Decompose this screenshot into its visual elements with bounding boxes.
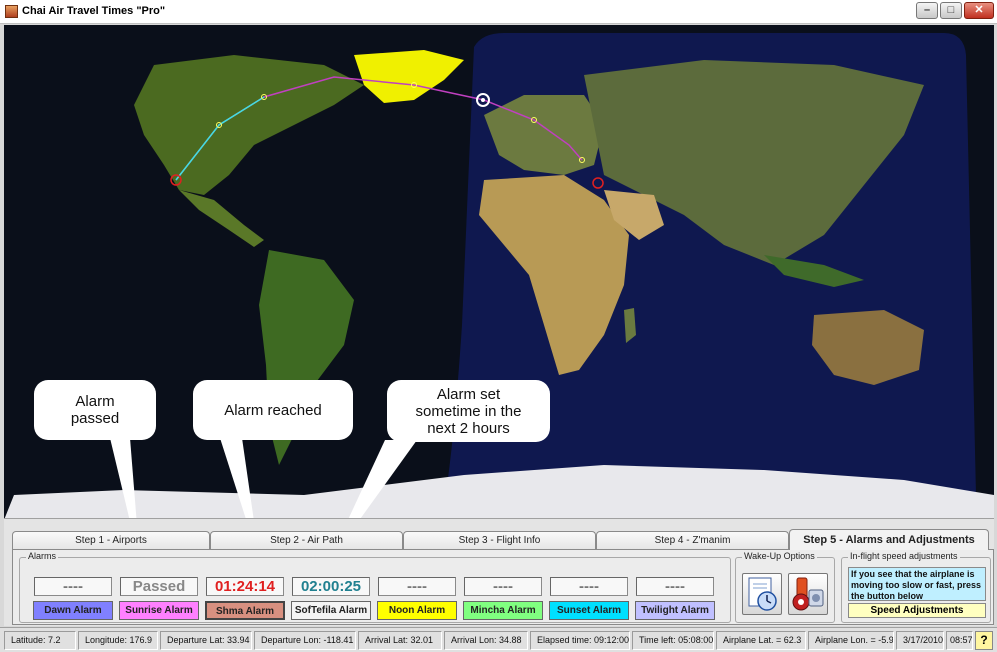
sunset-alarm-button[interactable]: Sunset Alarm <box>549 601 629 620</box>
noon-alarm-button[interactable]: Noon Alarm <box>377 601 457 620</box>
shma-alarm-button[interactable]: Shma Alarm <box>205 601 285 620</box>
window-title: Chai Air Travel Times "Pro" <box>22 5 166 17</box>
speed-adjustments-label: In-flight speed adjustments <box>848 551 960 561</box>
softefila-alarm-display: 02:00:25 <box>292 577 370 596</box>
sunrise-alarm-button[interactable]: Sunrise Alarm <box>119 601 199 620</box>
dawn-alarm-button[interactable]: Dawn Alarm <box>33 601 113 620</box>
tab-zmanim[interactable]: Step 4 - Z'manim <box>596 531 789 549</box>
close-button[interactable]: ✕ <box>964 2 994 19</box>
status-airplane-lat: Airplane Lat. = 62.3 <box>716 631 806 650</box>
callout-alarm-reached: Alarm reached <box>193 380 353 440</box>
status-arrival-lat: Arrival Lat: 32.01 <box>358 631 442 650</box>
tab-flight-info[interactable]: Step 3 - Flight Info <box>403 531 596 549</box>
tab-air-path[interactable]: Step 2 - Air Path <box>210 531 403 549</box>
speed-info-text: If you see that the airplane is moving t… <box>848 567 986 601</box>
noon-alarm-display: ---- <box>378 577 456 596</box>
status-arrival-lon: Arrival Lon: 34.88 <box>444 631 528 650</box>
status-latitude: Latitude: 7.2 <box>4 631 76 650</box>
wakeup-options-group: Wake-Up Options <box>735 551 835 623</box>
alarms-group-label: Alarms <box>26 551 59 561</box>
alarm-settings-icon <box>792 577 824 611</box>
status-airplane-lon: Airplane Lon. = -5.9 <box>808 631 894 650</box>
wakeup-options-label: Wake-Up Options <box>742 551 817 561</box>
status-departure-lon: Departure Lon: -118.41 <box>254 631 356 650</box>
status-departure-lat: Departure Lat: 33.94 <box>160 631 252 650</box>
status-time-left: Time left: 05:08:00 <box>632 631 714 650</box>
tab-airports[interactable]: Step 1 - Airports <box>12 531 210 549</box>
mincha-alarm-display: ---- <box>464 577 542 596</box>
status-bar: Latitude: 7.2 Longitude: 176.9 Departure… <box>0 627 997 652</box>
help-button[interactable]: ? <box>975 631 993 650</box>
status-date: 3/17/2010 <box>896 631 944 650</box>
twilight-alarm-display: ---- <box>636 577 714 596</box>
tab-content: Alarms ---- Dawn Alarm Passed Sunrise Al… <box>12 549 994 625</box>
clock-icon <box>748 577 777 611</box>
sunset-alarm-display: ---- <box>550 577 628 596</box>
mincha-alarm-button[interactable]: Mincha Alarm <box>463 601 543 620</box>
shma-alarm-display: 01:24:14 <box>206 577 284 596</box>
wakeup-alarm-settings-button[interactable] <box>788 573 828 615</box>
twilight-alarm-button[interactable]: Twilight Alarm <box>635 601 715 620</box>
minimize-button[interactable]: – <box>916 2 938 19</box>
dawn-alarm-display: ---- <box>34 577 112 596</box>
callout-alarm-set: Alarm set sometime in the next 2 hours <box>387 380 550 442</box>
app-icon <box>5 5 18 18</box>
sunrise-alarm-display: Passed <box>120 577 198 596</box>
tab-alarms-adjustments[interactable]: Step 5 - Alarms and Adjustments <box>789 529 989 550</box>
wakeup-clock-button[interactable] <box>742 573 782 615</box>
control-panel: Step 1 - Airports Step 2 - Air Path Step… <box>4 518 994 626</box>
status-elapsed-time: Elapsed time: 09:12:00 <box>530 631 630 650</box>
status-longitude: Longitude: 176.9 <box>78 631 158 650</box>
softefila-alarm-button[interactable]: SofTefila Alarm <box>291 601 371 620</box>
callout-alarm-passed: Alarm passed <box>34 380 156 440</box>
world-map[interactable] <box>4 25 994 520</box>
speed-adjustments-button[interactable]: Speed Adjustments <box>848 603 986 618</box>
title-bar: Chai Air Travel Times "Pro" – □ ✕ <box>0 0 997 24</box>
alarms-group: Alarms ---- Dawn Alarm Passed Sunrise Al… <box>19 551 731 623</box>
status-time: 08:57 <box>946 631 973 650</box>
speed-adjustments-group: In-flight speed adjustments If you see t… <box>841 551 991 623</box>
maximize-button[interactable]: □ <box>940 2 962 19</box>
